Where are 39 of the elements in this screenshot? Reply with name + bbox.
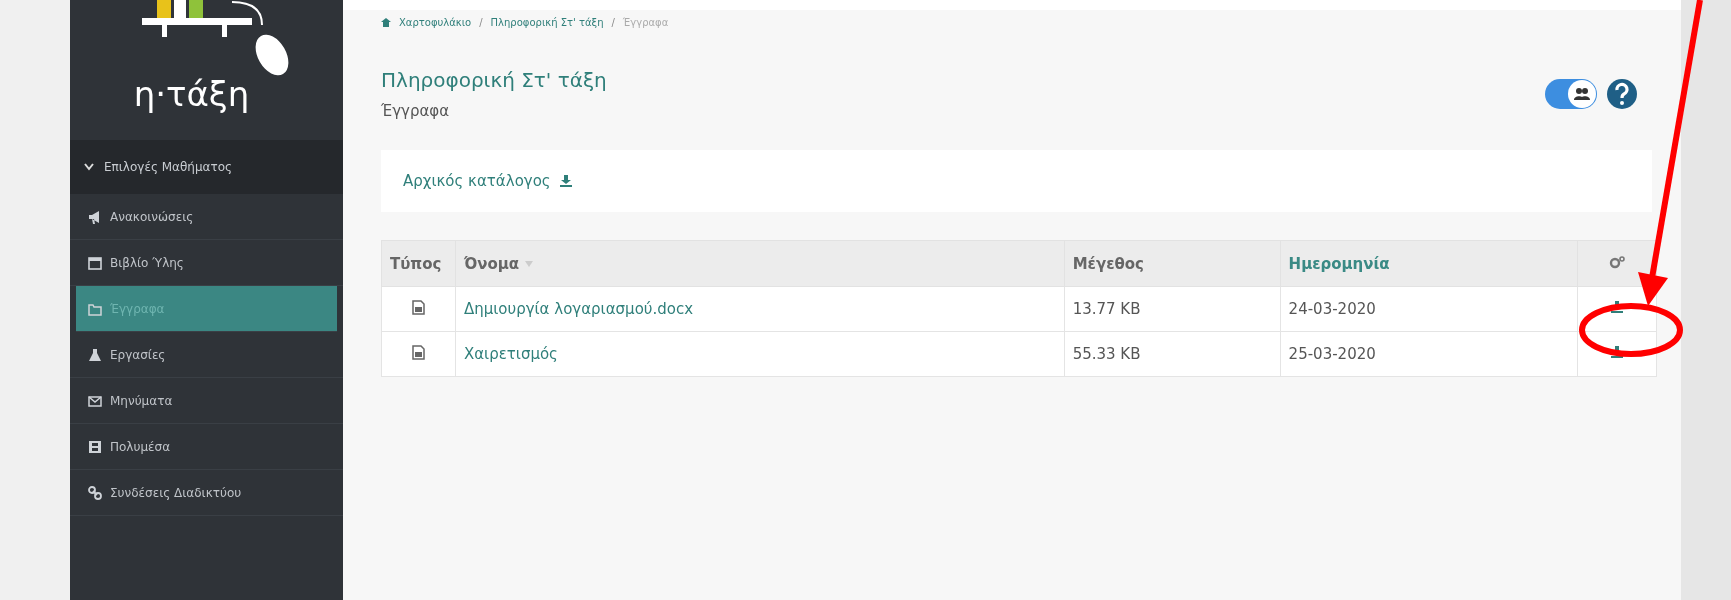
download-icon[interactable] (1609, 300, 1624, 314)
logo-text: η·τάξη (133, 74, 250, 114)
flask-icon (88, 347, 102, 362)
date-cell: 24-03-2020 (1280, 286, 1578, 332)
view-toggle[interactable] (1545, 79, 1597, 109)
date-cell: 25-03-2020 (1280, 331, 1578, 377)
gears-icon (1608, 254, 1625, 269)
root-folder-link[interactable]: Αρχικός κατάλογος (403, 172, 573, 190)
column-header[interactable]: Μέγεθος (1064, 240, 1281, 287)
calendar-icon (88, 255, 102, 270)
users-icon (1574, 87, 1590, 101)
column-header[interactable]: Ημερομηνία (1280, 240, 1578, 287)
menu-section-header[interactable]: Επιλογές Μαθήματος (70, 140, 343, 194)
sidebar-item[interactable]: Πολυμέσα (70, 424, 343, 470)
breadcrumb-link[interactable]: Χαρτοφυλάκιο (399, 16, 472, 28)
megaphone-icon (88, 209, 102, 224)
file-name-link[interactable]: Δημιουργία λογαριασμού.docx (455, 286, 1065, 332)
film-icon (88, 439, 102, 454)
document-icon (411, 344, 425, 360)
download-icon[interactable] (1609, 345, 1624, 359)
page-title: Πληροφορική Στ' τάξη (381, 68, 607, 92)
breadcrumb-separator: / (479, 16, 483, 28)
help-icon[interactable] (1607, 79, 1637, 109)
size-cell: 55.33 KB (1064, 331, 1281, 377)
document-icon (411, 299, 425, 315)
download-icon[interactable] (558, 174, 573, 188)
breadcrumb-separator: / (611, 16, 615, 28)
sort-caret-icon (525, 261, 534, 267)
column-header[interactable]: Όνομα (455, 240, 1065, 287)
section-label: Επιλογές Μαθήματος (104, 160, 233, 174)
column-header[interactable]: Τύπος (381, 240, 456, 287)
breadcrumb-link[interactable]: Πληροφορική Στ' τάξη (490, 16, 604, 28)
envelope-icon (88, 393, 102, 408)
file-name-link[interactable]: Χαιρετισμός (455, 331, 1065, 377)
folder-icon (88, 301, 102, 316)
home-icon (381, 17, 391, 27)
size-cell: 13.77 KB (1064, 286, 1281, 332)
page-subtitle: Έγγραφα (381, 102, 451, 120)
link-icon (88, 485, 102, 500)
